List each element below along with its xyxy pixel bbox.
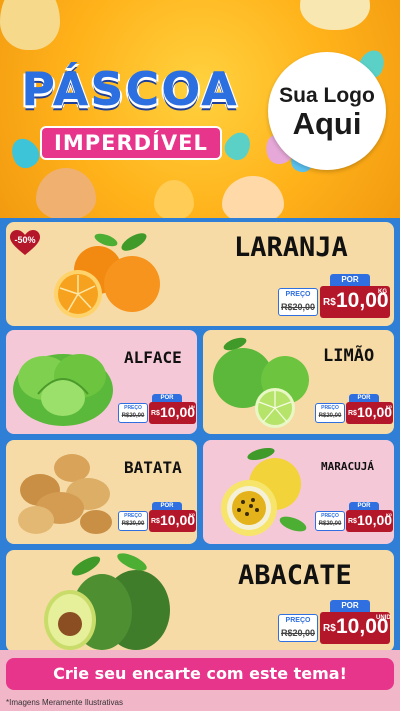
old-price-box: PREÇO R$20,00: [315, 403, 345, 423]
old-price-box: PREÇO R$20,00: [315, 511, 345, 531]
price-unit: KG: [189, 512, 195, 517]
old-price-box: PREÇO R$20,00: [118, 511, 148, 531]
old-price-box: PREÇO R$20,00: [278, 614, 318, 642]
campaign-subtitle: IMPERDÍVEL: [40, 126, 222, 160]
currency-symbol: R$: [151, 518, 160, 525]
easter-egg-decoration: [222, 176, 284, 218]
new-price-box: R$ 10,00 KG: [320, 286, 390, 318]
old-price: R$20,00: [318, 521, 342, 527]
product-name: BATATA: [124, 458, 182, 477]
price-preco-label: PREÇO: [285, 291, 311, 298]
currency-symbol: R$: [323, 297, 336, 308]
currency-symbol: R$: [151, 410, 160, 417]
lime-image: [213, 337, 309, 428]
product-name: MARACUJÁ: [321, 460, 374, 473]
new-price-box: R$ 10,00 KG: [346, 510, 393, 532]
discount-badge: -50%: [10, 230, 40, 256]
price-unit: UN: [189, 404, 195, 409]
price-preco-label: PREÇO: [124, 405, 142, 411]
currency-symbol: R$: [348, 410, 357, 417]
new-price-box: R$ 10,00 KG: [149, 510, 196, 532]
passion-fruit-image: [221, 447, 307, 536]
price-por-label: POR: [152, 394, 182, 402]
price-por-label: POR: [349, 502, 379, 510]
product-card-laranja: LARANJA POR PREÇO R$20,00 R$ 10,00 KG: [6, 222, 394, 326]
product-card-limao: LIMÃO POR PREÇO R$20,00 R$ 10,00 KG: [203, 330, 394, 434]
price-tag: POR PREÇO R$20,00 R$ 10,00 KG: [315, 394, 393, 426]
price-tag: POR PREÇO R$20,00 R$ 10,00 UN: [118, 394, 196, 426]
price-por-label: POR: [330, 274, 370, 286]
price-tag: POR PREÇO R$20,00 R$ 10,00 KG: [278, 274, 390, 320]
price-preco-label: PREÇO: [321, 405, 339, 411]
avocado-image: [44, 553, 170, 650]
price-preco-label: PREÇO: [285, 617, 311, 624]
product-name: LARANJA: [234, 232, 348, 263]
easter-egg-decoration: [36, 168, 96, 218]
old-price: R$20,00: [318, 413, 342, 419]
old-price-box: PREÇO R$20,00: [118, 403, 148, 423]
product-card-maracuja: MARACUJÁ POR PREÇO R$20,00 R$ 10,00 KG: [203, 440, 394, 544]
price-unit: KG: [386, 512, 392, 517]
currency-symbol: R$: [323, 623, 336, 634]
easter-egg-decoration: [154, 180, 194, 218]
product-card-abacate: ABACATE POR PREÇO R$20,00 R$ 10,00 UNID: [6, 550, 394, 652]
lettuce-image: [13, 354, 113, 426]
new-price-box: R$ 10,00 KG: [346, 402, 393, 424]
product-name: LIMÃO: [323, 346, 375, 366]
price-unit: UNID: [376, 615, 391, 621]
logo-placeholder: Sua Logo Aqui: [268, 52, 386, 170]
old-price: R$20,00: [280, 302, 316, 312]
orange-image: [54, 233, 160, 318]
old-price-box: PREÇO R$20,00: [278, 288, 318, 316]
potato-image: [18, 454, 112, 534]
header-banner: PÁSCOA IMPERDÍVEL Sua Logo Aqui: [0, 0, 400, 218]
old-price: R$20,00: [121, 413, 145, 419]
disclaimer-text: *Imagens Meramente Ilustrativas: [6, 698, 123, 707]
price-tag: POR PREÇO R$20,00 R$ 10,00 KG: [315, 502, 393, 534]
price-preco-label: PREÇO: [124, 513, 142, 519]
price-tag: POR PREÇO R$20,00 R$ 10,00 UNID: [278, 600, 391, 646]
price-preco-label: PREÇO: [321, 513, 339, 519]
price-por-label: POR: [330, 600, 370, 612]
price-tag: POR PREÇO R$20,00 R$ 10,00 KG: [118, 502, 196, 534]
cta-button[interactable]: Crie seu encarte com este tema!: [6, 658, 394, 690]
logo-text-line2: Aqui: [292, 105, 362, 141]
easter-egg-decoration: [6, 133, 44, 173]
easter-egg-decoration: [300, 0, 370, 30]
product-card-batata: BATATA POR PREÇO R$20,00 R$ 10,00 KG: [6, 440, 197, 544]
price-por-label: POR: [349, 394, 379, 402]
price-unit: KG: [386, 404, 392, 409]
old-price: R$20,00: [280, 628, 316, 638]
price-unit: KG: [378, 289, 387, 295]
campaign-title: PÁSCOA: [21, 62, 239, 116]
new-price-box: R$ 10,00 UN: [149, 402, 196, 424]
product-name: ABACATE: [238, 560, 352, 591]
logo-text-line1: Sua Logo: [279, 83, 375, 107]
product-card-alface: ALFACE POR PREÇO R$20,00 R$ 10,00 UN: [6, 330, 197, 434]
product-name: ALFACE: [124, 348, 182, 367]
currency-symbol: R$: [348, 518, 357, 525]
new-price-box: R$ 10,00 UNID: [320, 612, 391, 644]
easter-egg-decoration: [0, 0, 60, 50]
easter-egg-decoration: [220, 127, 256, 165]
old-price: R$20,00: [121, 521, 145, 527]
price-por-label: POR: [152, 502, 182, 510]
discount-text: -50%: [14, 235, 36, 245]
